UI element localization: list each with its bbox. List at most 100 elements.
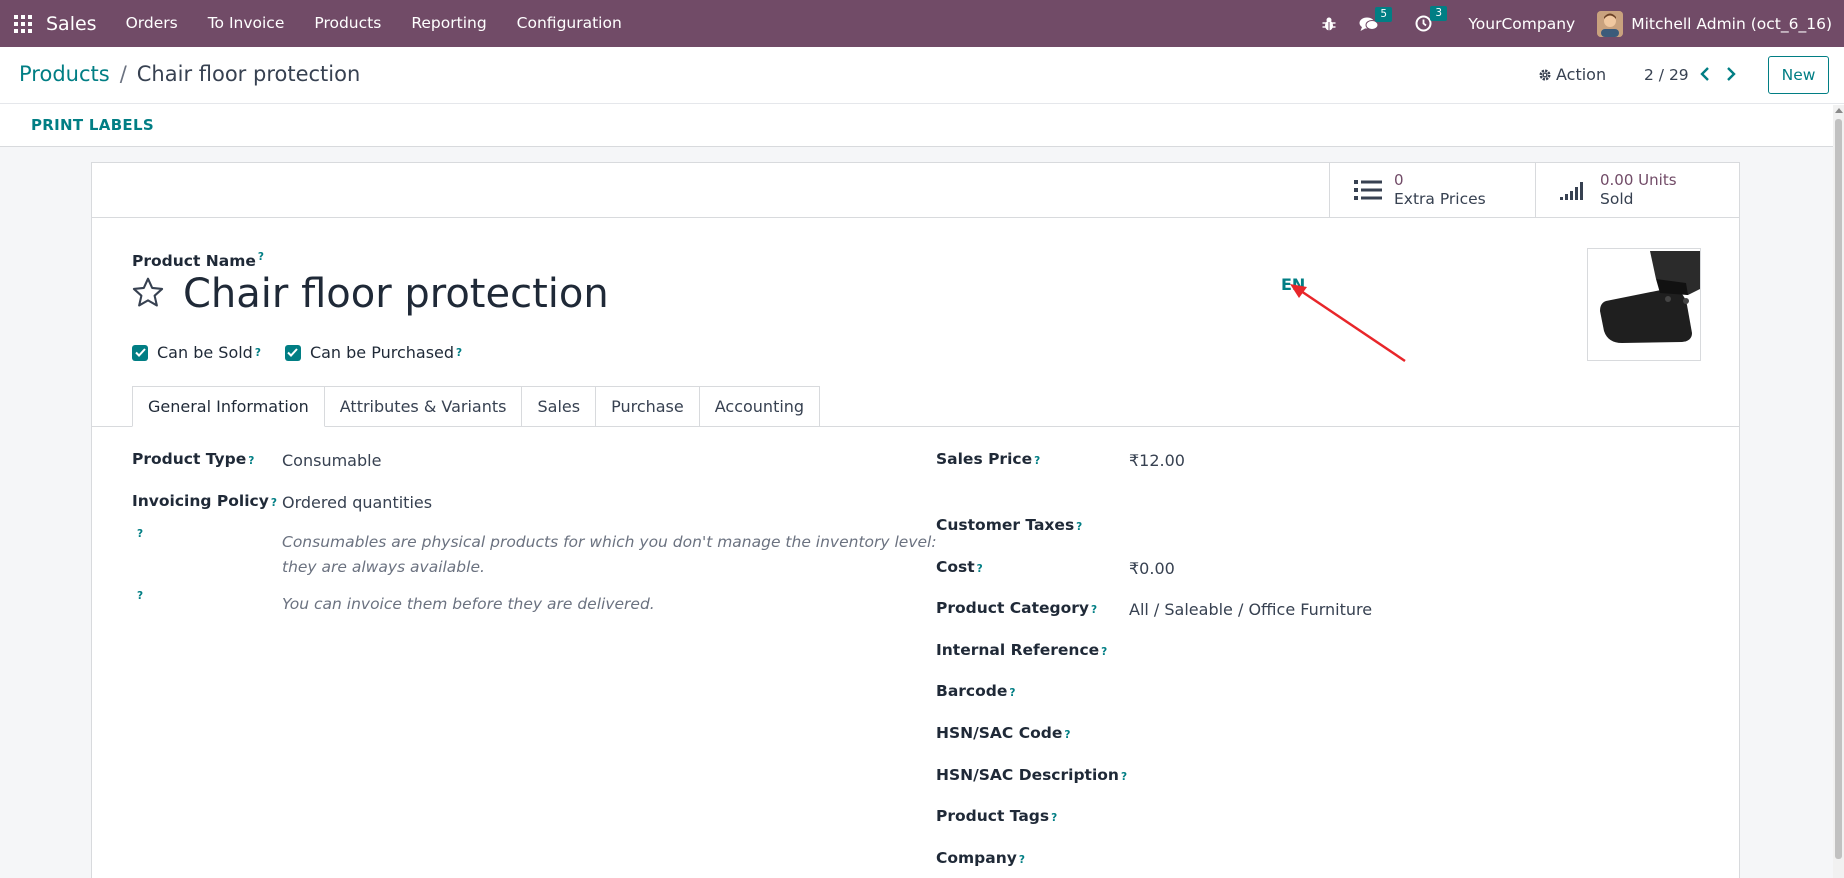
help-tooltip-icon[interactable]: ? <box>456 347 462 359</box>
menu-products[interactable]: Products <box>299 0 396 47</box>
help-tooltip-icon[interactable]: ? <box>255 347 261 359</box>
breadcrumb-products-link[interactable]: Products <box>19 62 110 86</box>
internal-reference-field[interactable] <box>1129 638 1689 662</box>
internal-reference-row: Internal Reference? <box>936 641 1107 659</box>
breadcrumb: Products / Chair floor protection <box>19 62 360 86</box>
annotation-arrow <box>1288 283 1408 363</box>
product-tags-label: Product Tags <box>936 807 1050 825</box>
systray: 5 3 YourCompany Mitchell Admin (oct_6_16… <box>1321 0 1844 47</box>
smart-button-box: 0 Extra Prices 0.00 Units Sold <box>92 163 1739 218</box>
help-tooltip-icon[interactable]: ? <box>137 590 143 602</box>
help-tooltip-icon[interactable]: ? <box>1121 771 1127 783</box>
main-menu: Orders To Invoice Products Reporting Con… <box>111 0 637 47</box>
action-menu-button[interactable]: Action <box>1538 65 1606 84</box>
debug-bug-icon[interactable] <box>1321 16 1337 32</box>
app-brand[interactable]: Sales <box>46 13 97 35</box>
help-tooltip-icon[interactable]: ? <box>1019 854 1025 866</box>
extra-prices-smart-button[interactable]: 0 Extra Prices <box>1329 163 1535 217</box>
help-tooltip-icon[interactable]: ? <box>271 497 277 509</box>
help-tooltip-icon[interactable]: ? <box>977 563 983 575</box>
menu-reporting[interactable]: Reporting <box>396 0 501 47</box>
product-name-label: Product Name? <box>132 251 264 270</box>
tab-attributes-variants[interactable]: Attributes & Variants <box>324 386 523 427</box>
help-tooltip-icon[interactable]: ? <box>1076 521 1082 533</box>
product-type-row: Product Type? <box>132 450 254 468</box>
pager-value[interactable]: 2 / 29 <box>1644 66 1689 84</box>
can-be-purchased-checkbox[interactable] <box>284 344 301 361</box>
gear-icon <box>1538 68 1552 82</box>
tab-accounting[interactable]: Accounting <box>699 386 821 427</box>
can-be-purchased-label: Can be Purchased <box>309 343 455 362</box>
scrollbar[interactable] <box>1833 105 1844 878</box>
help-tooltip-icon[interactable]: ? <box>1101 646 1107 658</box>
company-switcher[interactable]: YourCompany <box>1468 15 1575 33</box>
product-category-field[interactable]: All / Saleable / Office Furniture <box>1129 600 1372 619</box>
product-image[interactable] <box>1587 248 1701 361</box>
print-labels-button[interactable]: PRINT LABELS <box>31 116 154 134</box>
menu-configuration[interactable]: Configuration <box>502 0 637 47</box>
pager-next-button[interactable] <box>1725 64 1737 84</box>
help-tooltip-icon[interactable]: ? <box>1051 812 1057 824</box>
hsn-description-row: HSN/SAC Description? <box>936 766 1127 784</box>
internal-reference-label: Internal Reference <box>936 641 1100 659</box>
hsn-code-label: HSN/SAC Code <box>936 724 1063 742</box>
top-navbar: Sales Orders To Invoice Products Reporti… <box>0 0 1844 47</box>
product-type-field[interactable]: Consumable <box>282 451 381 470</box>
help-tooltip-icon[interactable]: ? <box>1064 729 1070 741</box>
invoice-note: You can invoice them before they are del… <box>282 595 655 613</box>
hsn-code-field[interactable] <box>1129 721 1689 745</box>
hsn-description-label: HSN/SAC Description <box>936 766 1119 784</box>
menu-orders[interactable]: Orders <box>111 0 193 47</box>
breadcrumb-current: Chair floor protection <box>136 62 361 86</box>
sale-purchase-checkboxes: Can be Sold? Can be Purchased? <box>132 343 462 362</box>
list-icon <box>1354 179 1382 201</box>
help-tooltip-icon[interactable]: ? <box>248 455 254 467</box>
help-tooltip-icon[interactable]: ? <box>258 251 264 263</box>
scroll-up-arrow-icon[interactable] <box>1835 108 1843 113</box>
invoicing-policy-row: Invoicing Policy? <box>132 492 277 510</box>
help-tooltip-icon[interactable]: ? <box>1009 687 1015 699</box>
help-tooltip-icon[interactable]: ? <box>1034 455 1040 467</box>
menu-to-invoice[interactable]: To Invoice <box>193 0 300 47</box>
product-tags-row: Product Tags? <box>936 807 1057 825</box>
tab-general-information[interactable]: General Information <box>132 386 325 427</box>
signal-bars-icon <box>1560 178 1588 202</box>
invoicing-policy-field[interactable]: Ordered quantities <box>282 493 432 512</box>
customer-taxes-field[interactable] <box>1129 513 1689 537</box>
cost-label: Cost <box>936 558 975 576</box>
user-menu[interactable]: Mitchell Admin (oct_6_16) <box>1631 15 1832 33</box>
product-type-label: Product Type <box>132 450 247 468</box>
customer-taxes-label: Customer Taxes <box>936 516 1075 534</box>
barcode-field[interactable] <box>1129 679 1689 703</box>
consumable-note-line-2: they are always available. <box>282 558 485 576</box>
favorite-star-icon[interactable] <box>130 275 166 311</box>
pager-previous-button[interactable] <box>1699 64 1711 84</box>
form-statusbar: PRINT LABELS <box>0 105 1833 147</box>
can-be-sold-label: Can be Sold <box>157 343 253 362</box>
breadcrumb-separator: / <box>119 62 127 86</box>
tab-purchase[interactable]: Purchase <box>596 386 700 427</box>
company-row: Company? <box>936 849 1025 867</box>
customer-taxes-row: Customer Taxes? <box>936 516 1082 534</box>
help-tooltip-icon[interactable]: ? <box>1091 604 1097 616</box>
activity-clock-icon[interactable]: 3 <box>1415 6 1448 32</box>
company-label: Company <box>936 849 1017 867</box>
barcode-row: Barcode? <box>936 682 1015 700</box>
sales-price-field[interactable]: ₹12.00 <box>1129 451 1185 470</box>
tab-sales[interactable]: Sales <box>522 386 597 427</box>
user-avatar[interactable] <box>1597 10 1624 37</box>
help-tooltip-icon[interactable]: ? <box>137 528 143 540</box>
hsn-description-field[interactable] <box>1129 763 1689 787</box>
chat-icon[interactable]: 5 <box>1359 6 1393 32</box>
can-be-sold-checkbox[interactable] <box>132 344 148 361</box>
cost-field[interactable]: ₹0.00 <box>1129 559 1175 578</box>
product-name-field[interactable]: Chair floor protection <box>183 271 609 317</box>
extra-prices-label: Extra Prices <box>1394 190 1486 208</box>
product-tags-field[interactable] <box>1129 804 1689 828</box>
apps-grid-icon[interactable] <box>14 14 32 33</box>
extra-prices-count: 0 <box>1394 171 1404 189</box>
cost-row: Cost? <box>936 558 983 576</box>
new-record-button[interactable]: New <box>1768 56 1829 94</box>
units-sold-smart-button[interactable]: 0.00 Units Sold <box>1535 163 1739 217</box>
scrollbar-thumb[interactable] <box>1835 119 1842 859</box>
